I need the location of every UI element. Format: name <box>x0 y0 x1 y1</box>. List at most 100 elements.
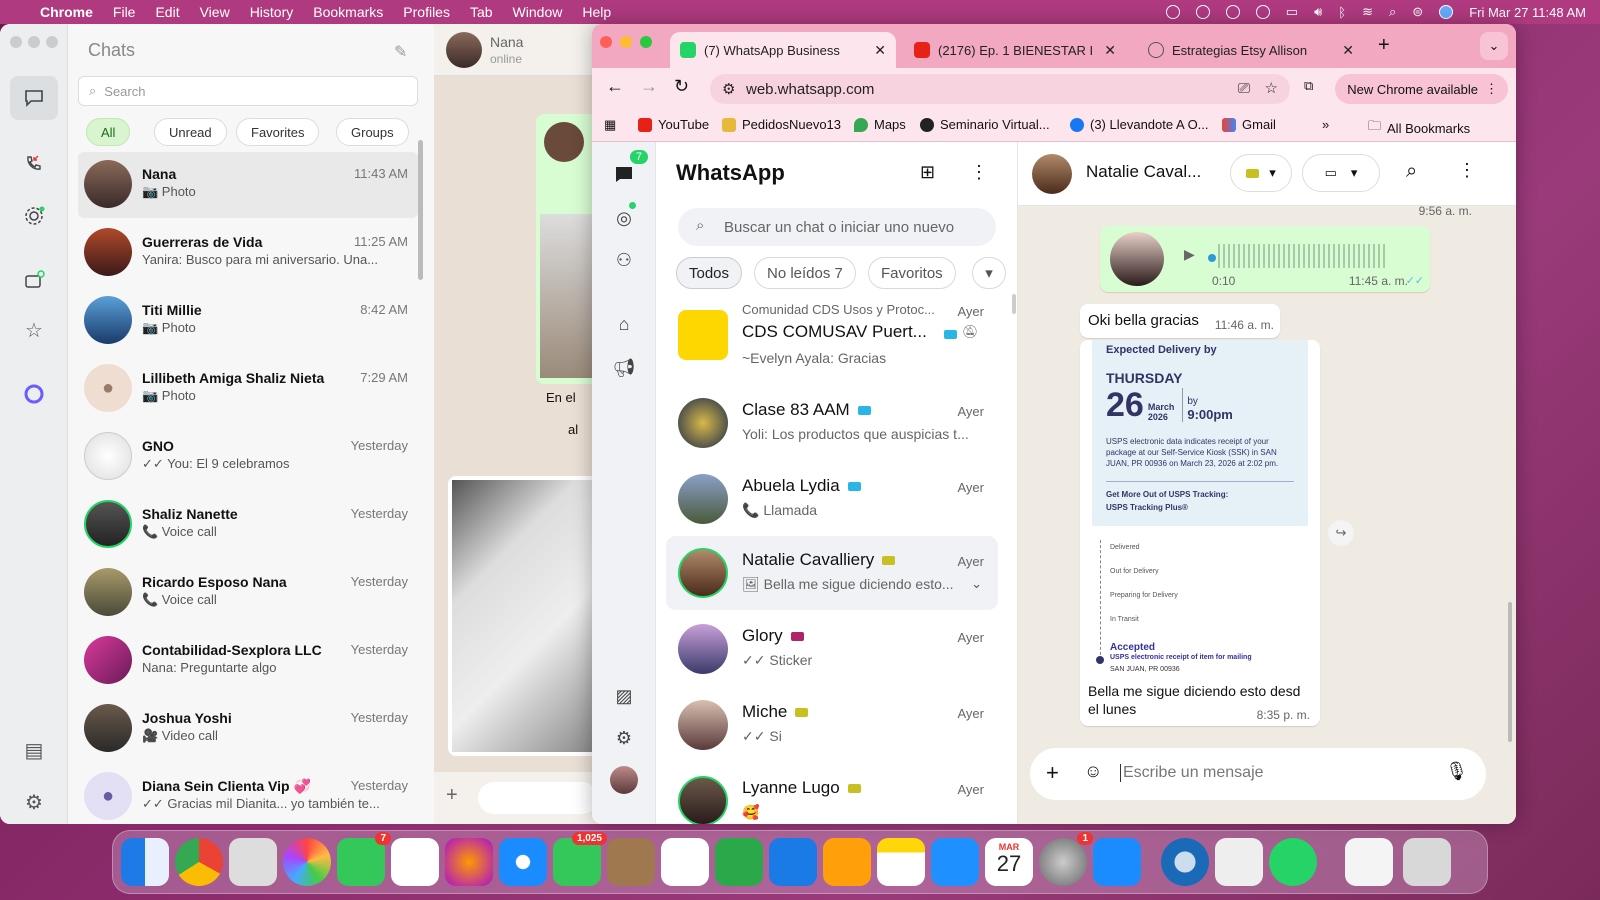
notes-icon[interactable] <box>877 838 925 886</box>
tab-etsy[interactable]: Estrategias Etsy Allison ✕ <box>1138 32 1364 68</box>
quicktime-icon[interactable] <box>1161 838 1209 886</box>
chrome-icon[interactable] <box>175 838 223 886</box>
message-photo[interactable] <box>452 480 596 752</box>
more-menu-icon[interactable]: ⋮ <box>1485 81 1498 97</box>
chat-row[interactable]: Natalie Cavalliery 🖼 Bella me sigue dici… <box>666 536 998 610</box>
scrollbar[interactable] <box>1508 602 1512 742</box>
scrollbar[interactable] <box>1012 294 1016 314</box>
back-button[interactable]: ← <box>606 76 624 97</box>
pages-icon[interactable] <box>823 838 871 886</box>
freeform-icon[interactable] <box>661 838 709 886</box>
contacts-icon[interactable] <box>607 838 655 886</box>
filter-unread[interactable]: Unread <box>154 118 227 146</box>
search-icon[interactable]: ⌕ <box>1406 160 1417 183</box>
reload-button[interactable]: ↻ <box>674 76 689 97</box>
message-photo[interactable] <box>540 214 600 378</box>
chat-row[interactable]: Joshua Yoshi 🎥 Video call Yesterday <box>78 696 418 762</box>
document-icon[interactable] <box>1345 838 1393 886</box>
forward-icon[interactable]: ↪ <box>1328 520 1354 546</box>
avatar[interactable] <box>446 32 482 68</box>
bookmark-youtube[interactable]: YouTube <box>638 117 709 132</box>
more-menu-icon[interactable]: ⋮ <box>1458 160 1476 181</box>
chat-row[interactable]: ● Lillibeth Amiga Shaliz Nieta 📷 Photo 7… <box>78 356 418 422</box>
plus-icon[interactable]: + <box>1046 760 1059 786</box>
calendar-icon[interactable]: MAR 27 <box>985 838 1033 886</box>
message-bubble[interactable]: Oki bella gracias 11:46 a. m. <box>1080 304 1280 338</box>
trash-icon[interactable] <box>1403 838 1451 886</box>
chat-row[interactable]: Glory ✓✓ Sticker Ayer <box>666 612 998 686</box>
printer-icon[interactable] <box>1215 838 1263 886</box>
chat-row[interactable]: Nana 📷 Photo 11:43 AM <box>78 152 418 218</box>
close-window-button[interactable] <box>10 36 22 48</box>
chat-row[interactable]: Miche ✓✓ Si Ayer <box>666 688 998 762</box>
settings-icon[interactable]: ⚙ <box>610 724 638 752</box>
bookmark-facebook[interactable]: (3) Llevandote A O... <box>1070 117 1209 132</box>
chat-row[interactable]: Titi Millie 📷 Photo 8:42 AM <box>78 288 418 354</box>
facetime-icon[interactable]: 7 <box>337 832 391 886</box>
message-bubble[interactable] <box>448 476 600 756</box>
more-bookmarks-icon[interactable]: » <box>1322 117 1329 132</box>
menu-app-name[interactable]: Chrome <box>40 4 93 20</box>
wifi-icon[interactable]: ≋ <box>1362 4 1373 20</box>
menu-file[interactable]: File <box>113 4 136 20</box>
siri-icon[interactable] <box>1439 5 1454 19</box>
apps-icon[interactable]: ▦ <box>604 117 616 133</box>
menu-clock[interactable]: Fri Mar 27 11:48 AM <box>1469 5 1586 20</box>
bookmark-maps[interactable]: Maps <box>854 117 906 132</box>
mail-icon[interactable] <box>931 838 979 886</box>
search-input[interactable]: ⌕ Buscar un chat o iniciar uno nuevo <box>678 208 996 246</box>
channels-icon[interactable] <box>18 264 50 296</box>
status-icon[interactable] <box>1195 5 1210 19</box>
chat-row[interactable]: Guerreras de Vida Yanira: Busco para mi … <box>78 220 418 286</box>
communities-icon[interactable]: ⚇ <box>610 246 638 274</box>
keynote-icon[interactable] <box>769 838 817 886</box>
contact-name[interactable]: Natalie Caval... <box>1086 162 1201 182</box>
filter-groups[interactable]: Groups <box>336 118 409 146</box>
search-input[interactable]: ⌕ Search <box>78 76 418 106</box>
volume-icon[interactable]: 🔊︎ <box>1314 4 1322 20</box>
bookmark-pedidos[interactable]: PedidosNuevo13 <box>722 117 841 132</box>
chats-icon[interactable]: 7 <box>610 150 648 188</box>
all-bookmarks[interactable]: 🗀 All Bookmarks <box>1368 117 1470 139</box>
video-call-button[interactable]: ▭ ▾ <box>1302 154 1380 192</box>
bookmark-seminario[interactable]: Seminario Virtual... <box>920 117 1050 132</box>
zoom-window-button[interactable] <box>640 36 652 48</box>
site-info-icon[interactable]: ⚙ <box>722 80 735 98</box>
extensions-icon[interactable]: ⧉ <box>1304 78 1313 94</box>
close-tab-icon[interactable]: ✕ <box>1094 42 1116 59</box>
menu-view[interactable]: View <box>200 4 230 20</box>
megaphone-icon[interactable]: 📢︎ <box>610 354 638 382</box>
message-input[interactable]: Escribe un mensaje <box>1120 764 1264 782</box>
finder-icon[interactable] <box>121 838 169 886</box>
chat-row[interactable]: Contabilidad-Sexplora LLC Nana: Pregunta… <box>78 628 418 694</box>
new-chat-icon[interactable]: ⊞ <box>920 162 935 183</box>
image-message[interactable]: Expected Delivery by THURSDAY 26 March 20… <box>1080 340 1320 726</box>
avatar[interactable] <box>1032 154 1072 194</box>
filter-todos[interactable]: Todos <box>676 257 743 289</box>
emoji-icon[interactable]: ☺ <box>1084 761 1102 782</box>
media-icon[interactable]: ▨ <box>610 682 638 710</box>
tab-search-button[interactable]: ⌄ <box>1480 32 1508 60</box>
app-store-icon[interactable] <box>1093 838 1141 886</box>
new-chrome-available-button[interactable]: New Chrome available ⋮ <box>1335 74 1508 104</box>
meta-ai-icon[interactable] <box>18 378 50 410</box>
status-icon[interactable] <box>18 200 50 232</box>
firefox-icon[interactable] <box>445 838 493 886</box>
filter-no-leidos[interactable]: No leídos 7 <box>754 257 856 289</box>
minimize-window-button[interactable] <box>28 36 40 48</box>
message-input[interactable] <box>478 782 598 814</box>
filter-favorites[interactable]: Favorites <box>236 118 320 146</box>
bluetooth-icon[interactable]: ᛒ <box>1338 5 1346 20</box>
control-center-icon[interactable]: ⊜ <box>1412 4 1423 20</box>
catalog-icon[interactable]: ⌂ <box>610 310 638 338</box>
filter-all[interactable]: All <box>86 118 131 146</box>
label-button[interactable]: ▾ <box>1230 154 1292 192</box>
spotlight-icon[interactable]: ⌕ <box>1389 4 1396 20</box>
menu-edit[interactable]: Edit <box>155 4 179 20</box>
chats-icon[interactable] <box>10 76 58 120</box>
chat-row[interactable]: GNO ✓✓ You: El 9 celebramos Yesterday <box>78 424 418 490</box>
menu-profiles[interactable]: Profiles <box>403 4 450 20</box>
chevron-down-icon[interactable]: ⌄ <box>971 576 982 592</box>
close-tab-icon[interactable]: ✕ <box>864 42 886 59</box>
microphone-icon[interactable]: 🎙︎ <box>1445 761 1468 782</box>
